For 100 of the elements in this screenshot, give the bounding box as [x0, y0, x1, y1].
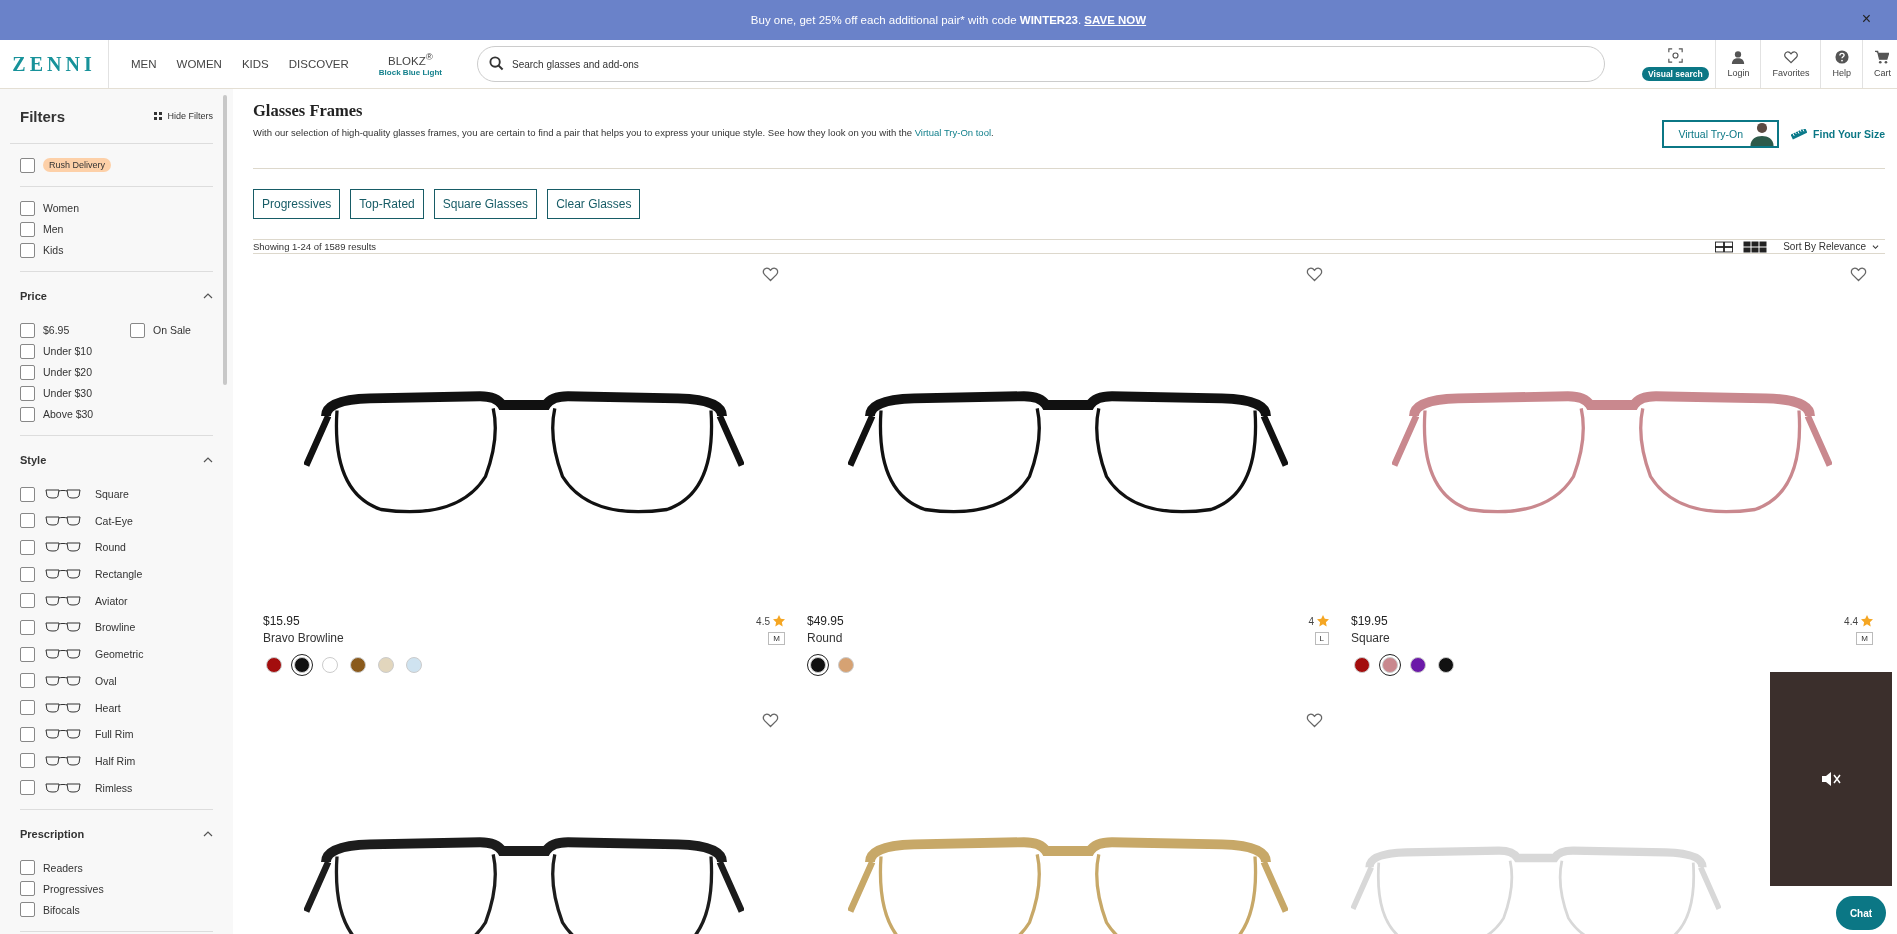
- checkbox[interactable]: [20, 860, 35, 876]
- category-chip[interactable]: Clear Glasses: [547, 189, 641, 219]
- option-label: Browline: [95, 621, 136, 634]
- heart-icon: [1305, 266, 1323, 282]
- close-button[interactable]: ×: [1857, 10, 1875, 28]
- person-icon: [1731, 50, 1746, 64]
- section-header[interactable]: Price: [20, 285, 213, 322]
- price: $15.95: [263, 614, 300, 628]
- chat-button[interactable]: Chat: [1836, 896, 1886, 930]
- section-header[interactable]: Style: [20, 449, 213, 486]
- option-label: Bifocals: [43, 903, 80, 916]
- star-icon: [773, 615, 785, 627]
- option-label: Rectangle: [95, 568, 143, 581]
- checkbox[interactable]: [20, 566, 35, 582]
- favorite-button[interactable]: [1305, 712, 1323, 730]
- favorites-button[interactable]: Favorites: [1760, 40, 1821, 88]
- glasses-icon: [45, 621, 81, 634]
- checkbox[interactable]: [20, 406, 35, 422]
- option-label: Progressives: [43, 882, 104, 895]
- option-label: Half Rim: [95, 754, 136, 767]
- checkbox[interactable]: [20, 619, 35, 635]
- cart-button[interactable]: Cart: [1862, 40, 1897, 88]
- chevron-up-icon: [203, 829, 213, 838]
- save-now-link[interactable]: SAVE NOW: [1084, 14, 1147, 26]
- nav-link[interactable]: KIDS: [241, 58, 269, 70]
- glasses-icon: [45, 754, 81, 767]
- checkbox[interactable]: [20, 200, 35, 216]
- help-button[interactable]: Help: [1820, 40, 1862, 88]
- grid-view-button[interactable]: [1715, 240, 1734, 253]
- nav-link[interactable]: DISCOVER: [288, 58, 349, 70]
- size-badge: M: [1856, 631, 1873, 645]
- checkbox[interactable]: [20, 780, 35, 796]
- camera-scan-icon: [1667, 47, 1683, 63]
- product-name[interactable]: Square: [1351, 631, 1390, 645]
- hide-filters-button[interactable]: Hide Filters: [154, 111, 213, 121]
- filter-dots-icon: [154, 112, 163, 120]
- checkbox[interactable]: [20, 646, 35, 662]
- favorite-button[interactable]: [761, 266, 779, 284]
- checkbox[interactable]: [20, 673, 35, 689]
- mute-icon: [1820, 769, 1842, 789]
- favorite-button[interactable]: [1305, 266, 1323, 284]
- product-name[interactable]: Bravo Browline: [263, 631, 344, 645]
- virtual-try-on-button[interactable]: Virtual Try-On: [1662, 120, 1780, 148]
- glasses-icon: [45, 728, 81, 741]
- page-description: With our selection of high-quality glasses frames, you are certain to find a pair that helps you to express your unique style. See how they look on you with the Virtual Try-On tool.: [253, 127, 994, 138]
- checkbox[interactable]: [20, 221, 35, 237]
- search-field[interactable]: Search glasses and add-ons: [477, 46, 1606, 82]
- checkbox[interactable]: [20, 700, 35, 715]
- glasses-icon: [45, 514, 81, 527]
- option-label: Aviator: [95, 594, 128, 607]
- checkbox[interactable]: [20, 242, 35, 258]
- category-chip[interactable]: Top-Rated: [350, 189, 424, 219]
- checkbox[interactable]: [20, 753, 35, 769]
- favorite-button[interactable]: [761, 712, 779, 730]
- glasses-icon: [45, 701, 81, 714]
- rush-delivery-tag[interactable]: Rush Delivery: [43, 158, 112, 172]
- heart-icon: [1849, 266, 1867, 282]
- nav-subtitle: Block Blue Light: [378, 68, 442, 78]
- checkbox[interactable]: [20, 364, 35, 380]
- checkbox[interactable]: [20, 486, 35, 502]
- price: $19.95: [1351, 614, 1388, 628]
- nav-link[interactable]: MEN: [131, 58, 157, 70]
- find-your-size-link[interactable]: Find Your Size: [1791, 128, 1885, 140]
- visual-search-button[interactable]: Visual search: [1642, 66, 1709, 81]
- checkbox[interactable]: [20, 593, 35, 609]
- glasses-icon: [45, 488, 81, 500]
- filters-heading: Filters: [19, 107, 65, 125]
- category-chip[interactable]: Progressives: [253, 189, 341, 219]
- chevron-down-icon: [1872, 243, 1879, 250]
- checkbox[interactable]: [20, 157, 35, 173]
- grid-view-button[interactable]: [1743, 240, 1768, 253]
- section-header[interactable]: Prescription: [20, 822, 213, 860]
- grid-icon: [1715, 240, 1734, 253]
- checkbox[interactable]: [20, 343, 35, 359]
- option-label: Heart: [95, 701, 121, 714]
- checkbox[interactable]: [20, 881, 35, 897]
- checkbox[interactable]: [20, 902, 35, 918]
- glasses-icon: [45, 674, 81, 687]
- checkbox[interactable]: [20, 385, 35, 401]
- login-button[interactable]: Login: [1715, 40, 1761, 88]
- option-label: Full Rim: [95, 728, 134, 741]
- favorite-button[interactable]: [1849, 266, 1867, 284]
- product-name[interactable]: Round: [807, 631, 843, 645]
- option-label: Rimless: [95, 781, 133, 794]
- zenni-logo[interactable]: ZENNI: [0, 40, 109, 88]
- nav-link[interactable]: BLOKZ$^{®}$: [388, 50, 433, 67]
- scrollbar[interactable]: [223, 95, 227, 385]
- option-label: $6.95: [43, 324, 70, 336]
- glasses-icon: [45, 594, 81, 607]
- heart-icon: [761, 266, 779, 282]
- sort-dropdown[interactable]: Sort By Relevance: [1777, 240, 1885, 253]
- checkbox[interactable]: [20, 322, 35, 338]
- category-chip[interactable]: Square Glasses: [433, 189, 538, 219]
- checkbox[interactable]: [20, 539, 35, 555]
- checkbox[interactable]: [20, 513, 35, 529]
- nav-link[interactable]: WOMEN: [176, 58, 222, 70]
- option-label: Square: [95, 488, 129, 500]
- checkbox[interactable]: [20, 726, 35, 742]
- checkbox[interactable]: [130, 322, 145, 338]
- heart-icon: [1305, 712, 1323, 728]
